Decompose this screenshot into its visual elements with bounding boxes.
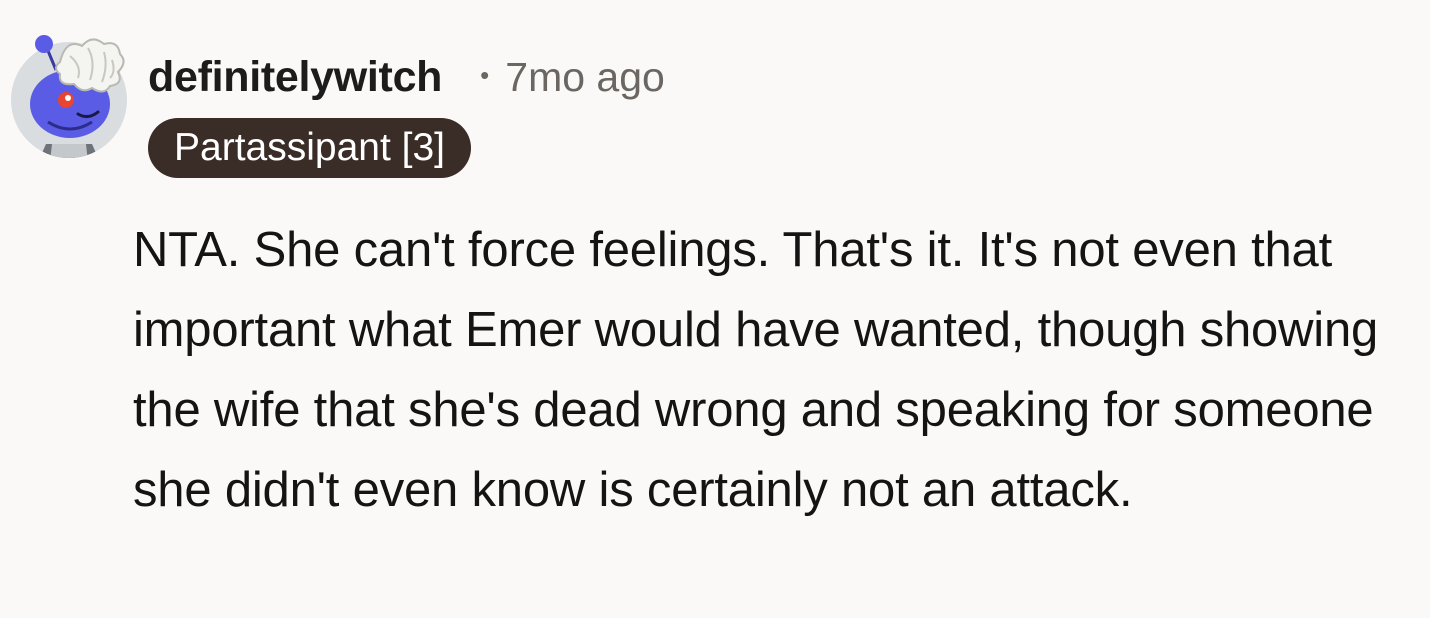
user-flair-badge: Partassipant [3] (148, 118, 471, 178)
comment-meta: definitelywitch • 7mo ago (148, 50, 665, 104)
author-username[interactable]: definitelywitch (148, 53, 442, 102)
comment-timestamp[interactable]: 7mo ago (505, 54, 665, 101)
comment: definitelywitch • 7mo ago Partassipant [… (0, 0, 1430, 618)
meta-separator: • (480, 59, 490, 90)
snoo-avatar-icon (11, 35, 127, 158)
comment-body: NTA. She can't force feelings. That's it… (133, 223, 1379, 517)
user-avatar[interactable] (8, 32, 130, 162)
